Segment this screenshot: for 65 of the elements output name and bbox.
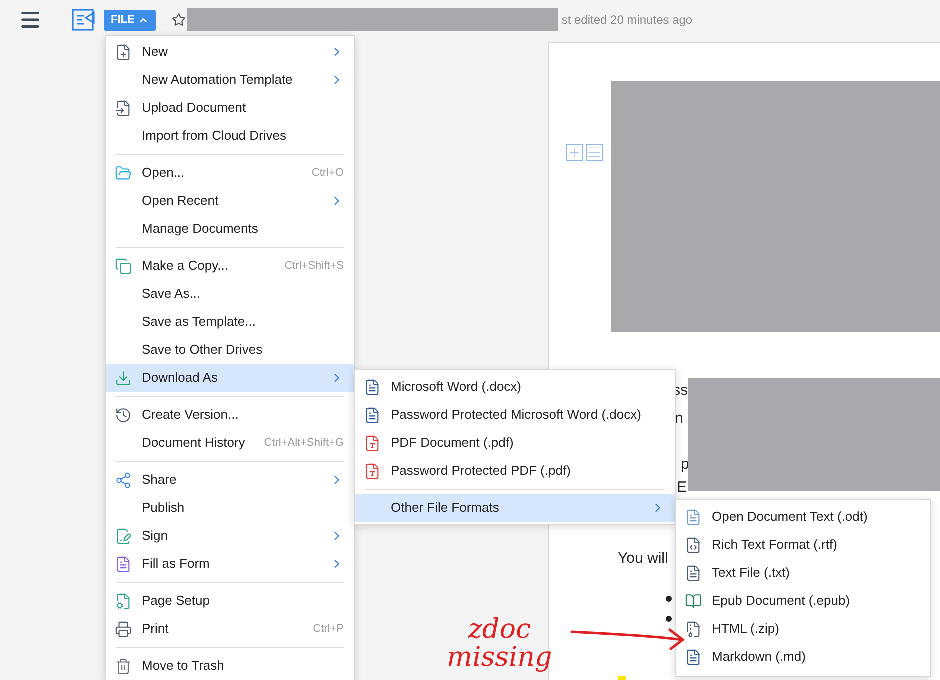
- printer-icon: [115, 620, 132, 638]
- menu-button[interactable]: [19, 10, 42, 30]
- signature-icon: [115, 528, 132, 544]
- epub-icon: [685, 592, 702, 610]
- menu-item[interactable]: Save As...: [106, 280, 354, 308]
- folder-icon: [115, 164, 132, 182]
- menu-item[interactable]: Save as Template...: [106, 308, 354, 336]
- bullet-icon: [666, 596, 672, 602]
- menu-item[interactable]: Print Ctrl+P: [106, 615, 354, 643]
- document-icon: [685, 508, 702, 526]
- menu-item[interactable]: PDF Document (.pdf): [355, 429, 675, 457]
- menu-item[interactable]: Import from Cloud Drives: [106, 122, 354, 150]
- text-file-icon: [685, 564, 702, 582]
- menu-item[interactable]: Sign: [106, 522, 354, 550]
- document-text: You will: [618, 549, 668, 569]
- document-logo-icon: [72, 9, 96, 31]
- file-upload-icon: [115, 100, 132, 116]
- menu-item[interactable]: Document History Ctrl+Alt+Shift+G: [106, 429, 354, 457]
- menu-item[interactable]: New: [106, 38, 354, 66]
- pdf-file-icon: [364, 434, 381, 452]
- menu-item[interactable]: Share: [106, 466, 354, 494]
- menu-item[interactable]: Microsoft Word (.docx): [355, 373, 675, 401]
- document-text: n: [675, 409, 684, 429]
- menu-item[interactable]: Markdown (.md): [676, 643, 930, 671]
- bullet-icon: [666, 616, 672, 622]
- page-setup-icon: [115, 592, 132, 610]
- star-icon[interactable]: [172, 13, 186, 27]
- download-icon: [115, 370, 132, 386]
- menu-item[interactable]: Upload Document: [106, 94, 354, 122]
- rtf-file-icon: [685, 536, 702, 554]
- menu-item[interactable]: Move to Trash: [106, 652, 354, 680]
- word-file-icon: [364, 378, 381, 396]
- menu-item[interactable]: Open Document Text (.odt): [676, 503, 930, 531]
- history-icon: [115, 406, 132, 424]
- share-icon: [115, 472, 132, 488]
- menu-item[interactable]: Text File (.txt): [676, 559, 930, 587]
- zip-file-icon: [685, 620, 702, 638]
- menu-item[interactable]: Create Version...: [106, 401, 354, 429]
- handwritten-note: missing: [447, 644, 552, 672]
- file-plus-icon: [115, 44, 132, 60]
- menu-item[interactable]: Password Protected PDF (.pdf): [355, 457, 675, 485]
- menu-item[interactable]: Save to Other Drives: [106, 336, 354, 364]
- menu-item[interactable]: Publish: [106, 494, 354, 522]
- menu-item[interactable]: HTML (.zip): [676, 615, 930, 643]
- menu-item[interactable]: Epub Document (.epub): [676, 587, 930, 615]
- menu-item[interactable]: Manage Documents: [106, 215, 354, 243]
- menu-item[interactable]: Make a Copy... Ctrl+Shift+S: [106, 252, 354, 280]
- markdown-file-icon: [685, 648, 702, 666]
- copy-icon: [115, 258, 132, 274]
- document-text: E: [677, 478, 688, 498]
- last-edited-text: st edited 20 minutes ago: [562, 12, 693, 29]
- menu-item[interactable]: Download As: [106, 364, 354, 392]
- word-file-icon: [364, 406, 381, 424]
- menu-item[interactable]: Page Setup: [106, 587, 354, 615]
- menu-item[interactable]: Open Recent: [106, 187, 354, 215]
- menu-item[interactable]: Other File Formats: [355, 494, 675, 522]
- menu-item[interactable]: New Automation Template: [106, 66, 354, 94]
- menu-item[interactable]: Rich Text Format (.rtf): [676, 531, 930, 559]
- handwritten-note: zdoc: [468, 616, 532, 644]
- menu-item[interactable]: Password Protected Microsoft Word (.docx): [355, 401, 675, 429]
- pdf-file-icon: [364, 462, 381, 480]
- menu-item[interactable]: Open... Ctrl+O: [106, 159, 354, 187]
- trash-icon: [115, 658, 132, 674]
- menu-item[interactable]: Fill as Form: [106, 550, 354, 578]
- form-icon: [115, 556, 132, 572]
